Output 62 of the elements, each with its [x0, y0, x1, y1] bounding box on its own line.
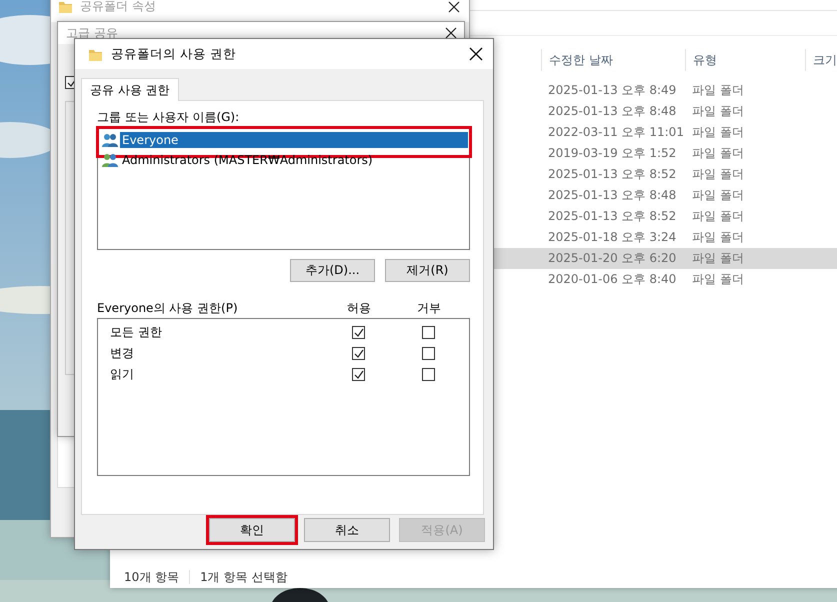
item-count: 10개 항목	[124, 568, 180, 586]
date-cell-text: 2025-01-13 오후 8:48	[548, 103, 678, 120]
type-cell-text: 파일 폴더	[692, 103, 745, 120]
column-header: 허용	[346, 300, 372, 316]
type-cell-text: 파일 폴더	[692, 187, 745, 204]
folder-icon	[89, 48, 102, 60]
dialog-button[interactable]: 제거(R)	[385, 259, 470, 282]
file-row[interactable]: 2019-03-19 오후 1:52 파일 폴더	[493, 143, 837, 164]
file-row[interactable]: 2025-01-13 오후 8:48 파일 폴더	[493, 185, 837, 206]
close-icon[interactable]	[469, 47, 483, 61]
dialog-button[interactable]: 취소	[304, 518, 390, 542]
column-header[interactable]: 크기	[805, 49, 837, 71]
file-row[interactable]: 2025-01-18 오후 3:24 파일 폴더	[493, 227, 837, 248]
type-cell-text: 파일 폴더	[692, 229, 745, 246]
dialog-button[interactable]: 추가(D)...	[290, 259, 375, 282]
checkbox[interactable]	[352, 368, 364, 381]
date-cell-text: 2025-01-13 오후 8:48	[548, 187, 678, 204]
column-header: 거부	[416, 300, 442, 316]
tab[interactable]: 공유 사용 권한	[81, 78, 179, 101]
type-cell-text: 파일 폴더	[692, 82, 745, 99]
column-header[interactable]: 유형	[685, 49, 805, 71]
date-cell-text: 2025-01-20 오후 6:20	[548, 250, 678, 267]
permission-name: 읽기	[110, 366, 135, 383]
type-cell-text: 파일 폴더	[692, 124, 745, 141]
dialog-title: 공유폴더의 사용 권한	[111, 46, 237, 62]
selection-count: 1개 항목 선택함	[200, 568, 288, 586]
users-icon	[102, 153, 118, 167]
file-row[interactable]: 2025-01-13 오후 8:52 파일 폴더	[493, 164, 837, 185]
date-cell-text: 2025-01-13 오후 8:52	[548, 208, 678, 225]
type-cell-text: 파일 폴더	[692, 208, 745, 225]
checkbox[interactable]	[422, 326, 434, 339]
permission-name: 모든 권한	[110, 324, 163, 341]
file-row[interactable]: 2020-01-06 오후 8:40 파일 폴더	[493, 269, 837, 290]
type-cell-text: 파일 폴더	[692, 271, 745, 288]
permission-name: 변경	[110, 345, 135, 362]
date-cell-text: 2025-01-13 오후 8:49	[548, 82, 678, 99]
type-cell-text: 파일 폴더	[692, 145, 745, 162]
window-title: 공유폴더 속성	[80, 0, 157, 15]
checkbox[interactable]	[422, 347, 434, 360]
file-row[interactable]: 2025-01-13 오후 8:49 파일 폴더	[493, 80, 837, 101]
folder-icon	[59, 0, 72, 13]
type-cell-text: 파일 폴더	[692, 166, 745, 183]
date-cell-text: 2019-03-19 오후 1:52	[548, 145, 678, 162]
users-icon	[102, 133, 118, 147]
date-cell-text: 2025-01-18 오후 3:24	[548, 229, 678, 246]
close-icon[interactable]	[445, 27, 457, 39]
field-label: 그룹 또는 사용자 이름(G):	[97, 109, 240, 126]
file-row[interactable]: 2022-03-11 오후 11:01 파일 폴더	[493, 122, 837, 143]
date-cell-text: 2020-01-06 오후 8:40	[548, 271, 678, 288]
column-header[interactable]: 수정한 날짜	[541, 49, 685, 71]
checkbox[interactable]	[352, 347, 364, 360]
date-cell-text: 2025-01-13 오후 8:52	[548, 166, 678, 183]
file-row[interactable]: 2025-01-20 오후 6:20 파일 폴더	[493, 248, 837, 269]
file-row[interactable]: 2025-01-13 오후 8:52 파일 폴더	[493, 206, 837, 227]
date-cell-text: 2022-03-11 오후 11:01	[548, 124, 685, 141]
checkbox[interactable]	[422, 368, 434, 381]
dialog-button[interactable]: 확인	[209, 518, 295, 542]
file-row[interactable]: 2025-01-13 오후 8:48 파일 폴더	[493, 101, 837, 122]
close-icon[interactable]	[448, 0, 460, 12]
field-label: Everyone의 사용 권한(P)	[97, 300, 239, 316]
checkbox[interactable]	[352, 326, 364, 339]
type-cell-text: 파일 폴더	[692, 250, 745, 267]
